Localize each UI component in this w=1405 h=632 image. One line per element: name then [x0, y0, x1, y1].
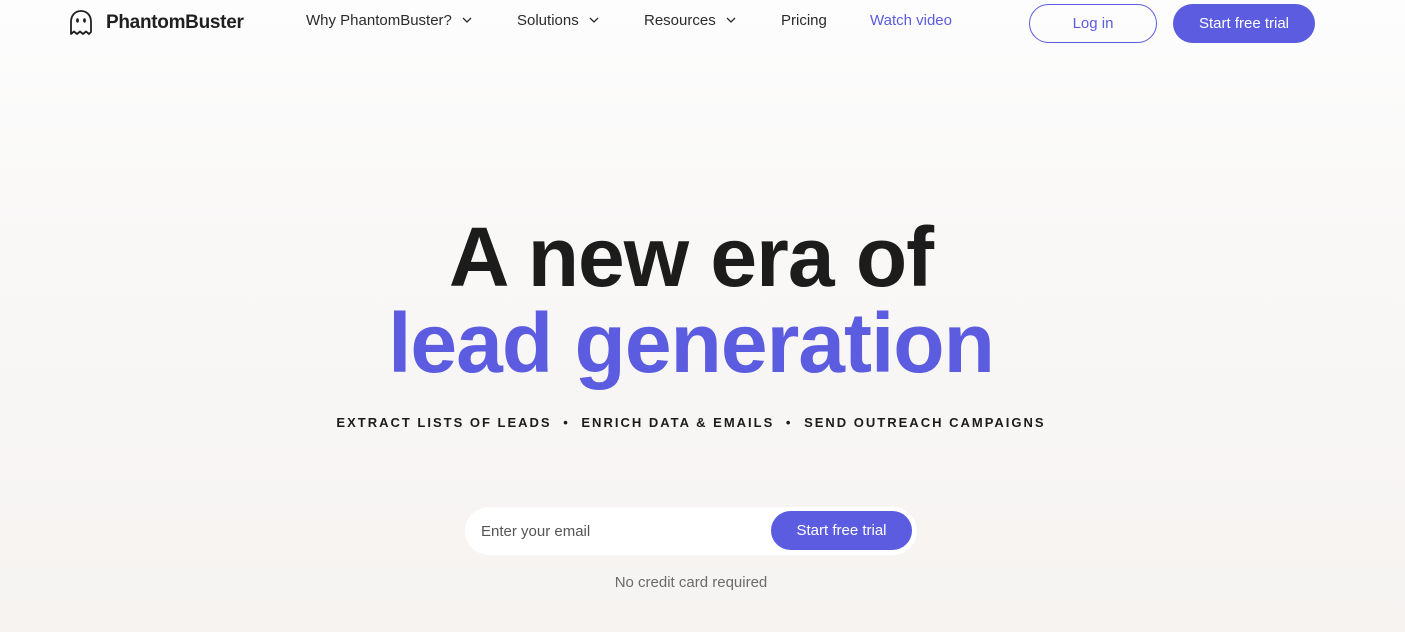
hero-tagline: EXTRACT LISTS OF LEADS • ENRICH DATA & E…: [0, 415, 1382, 430]
start-free-trial-header-button[interactable]: Start free trial: [1173, 4, 1315, 43]
nav-why-phantombuster[interactable]: Why PhantomBuster?: [306, 12, 472, 29]
hero-headline-line2: lead generation: [388, 296, 995, 390]
email-signup-form: Start free trial: [465, 507, 917, 555]
nav-why-label: Why PhantomBuster?: [306, 12, 452, 29]
no-credit-card-note: No credit card required: [614, 574, 768, 591]
nav-watch-video[interactable]: Watch video: [870, 12, 952, 29]
nav-resources-label: Resources: [644, 12, 716, 29]
logo-link[interactable]: PhantomBuster: [66, 8, 244, 38]
email-input[interactable]: [481, 515, 761, 547]
logo-text: PhantomBuster: [106, 12, 244, 33]
login-button[interactable]: Log in: [1029, 4, 1157, 43]
tagline-item-outreach: SEND OUTREACH CAMPAIGNS: [804, 415, 1046, 430]
nav-solutions[interactable]: Solutions: [517, 12, 599, 29]
ghost-icon: [70, 10, 92, 35]
top-navigation: PhantomBuster Why PhantomBuster? Solutio…: [0, 0, 1405, 48]
tagline-item-enrich: ENRICH DATA & EMAILS: [581, 415, 775, 430]
nav-resources[interactable]: Resources: [644, 12, 736, 29]
chevron-down-icon: [726, 17, 736, 23]
start-free-trial-form-button[interactable]: Start free trial: [771, 511, 912, 550]
tagline-item-extract: EXTRACT LISTS OF LEADS: [336, 415, 552, 430]
tagline-separator: •: [785, 415, 793, 430]
nav-pricing[interactable]: Pricing: [781, 12, 827, 29]
chevron-down-icon: [589, 17, 599, 23]
hero-headline-line1: A new era of: [448, 210, 934, 304]
chevron-down-icon: [462, 17, 472, 23]
nav-solutions-label: Solutions: [517, 12, 579, 29]
tagline-separator: •: [563, 415, 570, 430]
